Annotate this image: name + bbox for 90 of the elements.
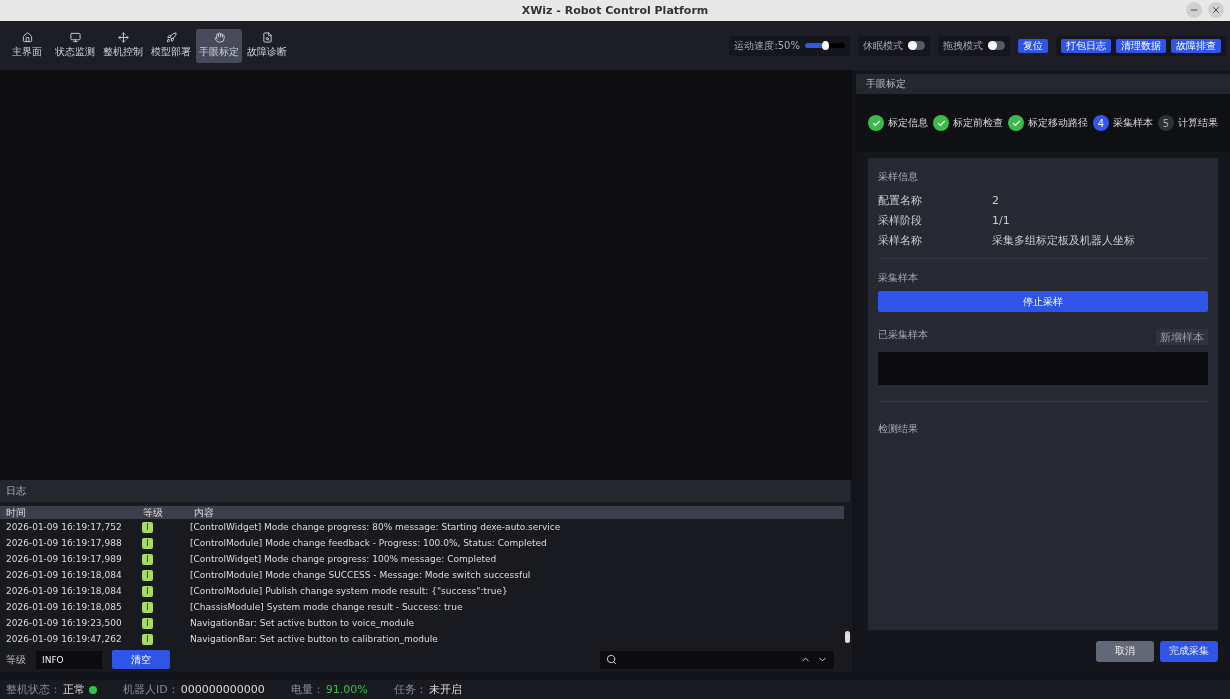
level-label: 等级 bbox=[6, 652, 26, 667]
section-title: 采集样本 bbox=[878, 271, 919, 285]
column-header: 等级 bbox=[143, 506, 164, 521]
nav-button[interactable]: 故障诊断 bbox=[244, 28, 290, 63]
time-cell-text: 2026-01-09 16:19:18,084 bbox=[6, 570, 123, 581]
search-field[interactable] bbox=[600, 650, 834, 669]
level-badge: I bbox=[142, 633, 153, 645]
time-cell-text: 2026-01-09 16:19:17,988 bbox=[6, 538, 123, 549]
column-header: 时间 bbox=[6, 506, 27, 521]
toggle-label: 拖拽模式 bbox=[943, 38, 983, 53]
action-button[interactable]: 故障排查 bbox=[1171, 38, 1221, 53]
nav-button[interactable]: 状态监测 bbox=[52, 28, 98, 63]
info-value: 2 bbox=[992, 193, 1000, 207]
action-button[interactable]: 清理数据 bbox=[1116, 38, 1166, 53]
toggle-switch[interactable] bbox=[908, 41, 925, 50]
log-title: 日志 bbox=[6, 484, 26, 499]
step-label: 标定移动路径 bbox=[1028, 116, 1088, 130]
section-title: 检测结果 bbox=[878, 422, 919, 436]
speed-label: 运动速度:50% bbox=[734, 38, 800, 53]
time-cell-text: 2026-01-09 16:19:47,262 bbox=[6, 634, 123, 645]
toggle-label: 休眠模式 bbox=[863, 38, 903, 53]
toggle-switch[interactable] bbox=[988, 41, 1005, 50]
step-label: 标定信息 bbox=[888, 116, 928, 130]
finish-button[interactable]: 完成采集 bbox=[1160, 640, 1218, 662]
document-icon bbox=[261, 32, 273, 43]
status-label: 机器人ID： bbox=[123, 682, 179, 697]
time-cell-text: 2026-01-09 16:19:17,752 bbox=[6, 522, 123, 533]
home-icon bbox=[21, 32, 33, 43]
minimize-button[interactable] bbox=[1186, 2, 1202, 18]
nav-button[interactable]: 主界面 bbox=[4, 28, 50, 63]
level-badge: I bbox=[142, 585, 153, 597]
level-badge: I bbox=[142, 553, 153, 565]
step-indicator: 4 bbox=[1093, 115, 1109, 131]
message-cell-text: [ControlModule] Mode change SUCCESS - Message: Mode switch successful bbox=[190, 570, 532, 581]
time-cell-text: 2026-01-09 16:19:18,084 bbox=[6, 586, 123, 597]
info-key: 采样名称 bbox=[878, 232, 992, 248]
rocket-icon bbox=[165, 32, 177, 43]
message-cell-text: NavigationBar: Set active button to voice_module bbox=[190, 618, 415, 629]
nav-button[interactable]: 手眼标定 bbox=[196, 28, 242, 63]
status-label: 电量： bbox=[290, 682, 324, 697]
speed-slider[interactable] bbox=[805, 43, 845, 48]
nav-button[interactable]: 模型部署 bbox=[148, 28, 194, 63]
status-value: 未开启 bbox=[428, 682, 462, 697]
clear-button[interactable]: 清空 bbox=[112, 650, 170, 670]
slider-thumb[interactable] bbox=[822, 41, 829, 50]
info-key: 采样阶段 bbox=[878, 212, 992, 228]
message-cell-text: [ChassisModule] System mode change result - Success: true bbox=[190, 602, 464, 613]
hand-icon bbox=[213, 32, 225, 43]
message-cell-text: [ControlWidget] Mode change progress: 100% message: Completed bbox=[190, 554, 498, 565]
stop-button[interactable]: 停止采样 bbox=[878, 291, 1208, 312]
panel-title: 手眼标定 bbox=[866, 77, 906, 91]
message-cell-text: [ControlWidget] Mode change progress: 80% message: Starting dexe-auto.service bbox=[190, 522, 562, 533]
message-cell-text: NavigationBar: Set active button to calibration_module bbox=[190, 634, 439, 645]
level-badge: I bbox=[142, 569, 153, 581]
step-label: 采集样本 bbox=[1113, 116, 1153, 130]
info-key: 配置名称 bbox=[878, 192, 992, 208]
scrollbar-thumb[interactable] bbox=[845, 631, 850, 644]
move-icon bbox=[117, 32, 129, 43]
message-cell-text: [ControlModule] Mode change feedback - Progress: 100.0%, Status: Completed bbox=[190, 538, 548, 549]
step-label: 计算结果 bbox=[1178, 116, 1218, 130]
close-button[interactable] bbox=[1208, 2, 1224, 18]
info-value: 1/1 bbox=[992, 213, 1011, 227]
time-cell-text: 2026-01-09 16:19:17,989 bbox=[6, 554, 123, 565]
message-cell-text: [ControlModule] Publish change system mode result: {"success":true} bbox=[190, 586, 509, 597]
section-title: 已采集样本 bbox=[878, 328, 928, 342]
status-value: 000000000000 bbox=[180, 683, 265, 696]
section-title: 采样信息 bbox=[878, 170, 919, 184]
window-title: XWiz - Robot Control Platform bbox=[521, 4, 709, 17]
step-indicator: 5 bbox=[1158, 115, 1174, 131]
nav-button[interactable]: 整机控制 bbox=[100, 28, 146, 63]
status-value: 91.00% bbox=[325, 683, 368, 696]
level-badge: I bbox=[142, 601, 153, 613]
column-header: 内容 bbox=[194, 506, 215, 521]
action-button[interactable]: 打包日志 bbox=[1061, 38, 1111, 53]
reset-button[interactable]: 复位 bbox=[1018, 38, 1048, 53]
level-badge: I bbox=[142, 521, 153, 533]
level-badge: I bbox=[142, 537, 153, 549]
time-cell-text: 2026-01-09 16:19:18,085 bbox=[6, 602, 123, 613]
search-icon bbox=[606, 654, 617, 666]
status-label: 整机状态： bbox=[6, 682, 61, 697]
step-label: 标定前检查 bbox=[953, 116, 1003, 130]
level-field[interactable]: INFO bbox=[36, 650, 102, 669]
status-label: 任务： bbox=[393, 682, 427, 697]
close-icon bbox=[1211, 5, 1221, 15]
time-cell-text: 2026-01-09 16:19:23,500 bbox=[6, 618, 123, 629]
monitor-icon bbox=[69, 32, 81, 43]
info-value: 采集多组标定板及机器人坐标 bbox=[992, 232, 1136, 248]
status-value: 正常 bbox=[63, 682, 85, 697]
cancel-button[interactable]: 取消 bbox=[1096, 640, 1154, 662]
level-badge: I bbox=[142, 617, 153, 629]
